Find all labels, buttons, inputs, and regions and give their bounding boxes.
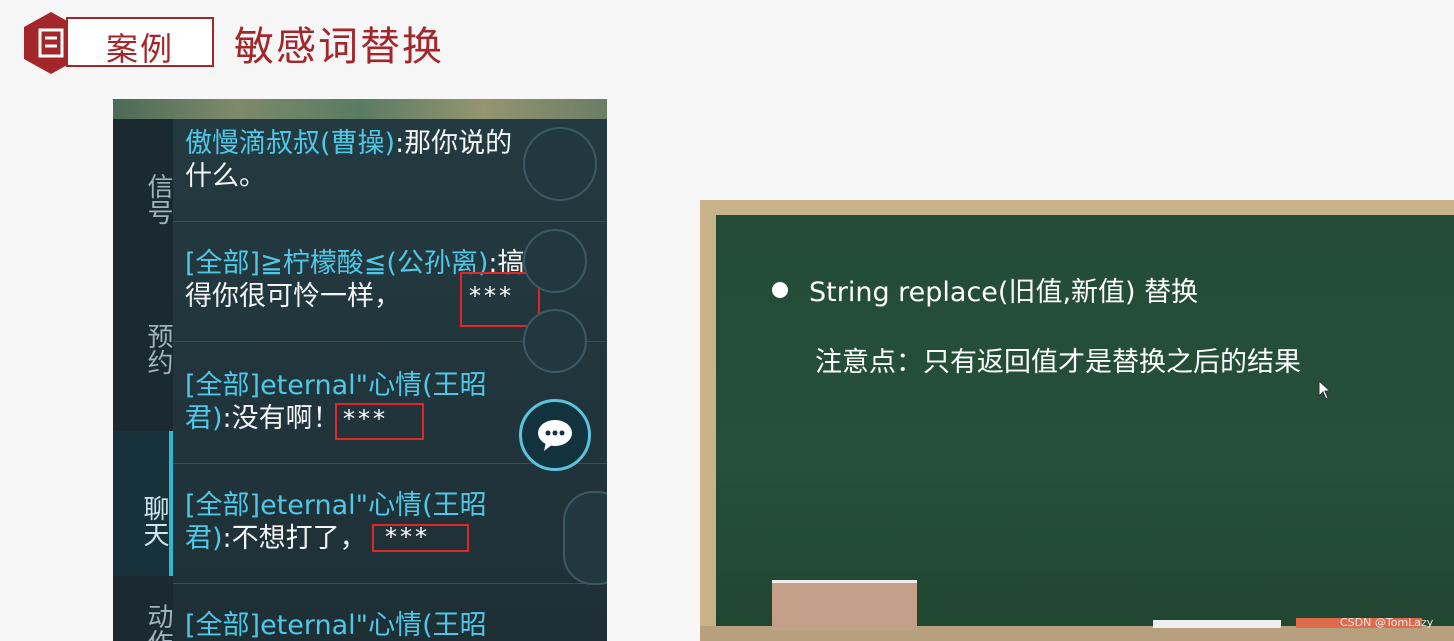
chat-message: 傲慢滴叔叔(曹操):那你说的什么。: [185, 127, 525, 193]
divider: [173, 221, 607, 222]
page-title: 敏感词替换: [234, 24, 444, 70]
divider: [173, 583, 607, 584]
board-point-1: String replace(旧值,新值) 替换: [809, 277, 1199, 308]
tab-chat[interactable]: 聊天: [113, 431, 173, 576]
tab-action[interactable]: 动作: [113, 599, 173, 641]
blackboard: [700, 200, 1454, 641]
shield-icon[interactable]: [523, 229, 587, 293]
flag-icon[interactable]: [523, 309, 587, 373]
chat-text: :没有啊！: [222, 403, 340, 434]
board-point-2: 注意点：只有返回值才是替换之后的结果: [815, 347, 1301, 378]
censored-text: ***: [469, 282, 514, 310]
chat-side-tabs: 信号 预约 聊天 动作: [113, 119, 173, 641]
censored-text: ***: [385, 523, 430, 551]
watermark: CSDN @TomLazy: [1340, 616, 1434, 629]
badge-label: 案例: [106, 30, 175, 68]
chat-sender: [全部]eternal"心情(王昭: [185, 610, 487, 641]
bullet-point: [772, 282, 788, 298]
expand-icon[interactable]: [563, 491, 607, 585]
eraser: [772, 580, 917, 630]
chat-bubble-icon[interactable]: [519, 399, 591, 471]
tab-signal[interactable]: 信号: [113, 159, 173, 239]
chalk-white: [1153, 620, 1281, 628]
game-banner: [113, 99, 607, 119]
badge-box: 案例: [66, 17, 214, 68]
mouse-cursor-icon: [1318, 380, 1332, 400]
game-chat-panel: 信号 预约 聊天 动作 傲慢滴叔叔(曹操):那你说的什么。 [全部]≧柠檬酸≦(…: [113, 99, 607, 641]
tab-booking[interactable]: 预约: [113, 309, 173, 389]
chat-text: :不想打了，: [222, 523, 367, 554]
censored-text: ***: [343, 405, 388, 433]
chat-message: [全部]eternal"心情(王昭君):不想打了，: [185, 489, 525, 555]
chat-message: [全部]eternal"心情(王昭: [185, 609, 525, 641]
sword-icon[interactable]: [523, 127, 597, 201]
section-badge: 案例: [22, 10, 214, 74]
chat-list: 傲慢滴叔叔(曹操):那你说的什么。 [全部]≧柠檬酸≦(公孙离):搞得你很可怜一…: [173, 119, 607, 641]
chat-sender: 傲慢滴叔叔(曹操): [185, 128, 396, 159]
chat-sender: [全部]≧柠檬酸≦(公孙离): [185, 248, 489, 279]
